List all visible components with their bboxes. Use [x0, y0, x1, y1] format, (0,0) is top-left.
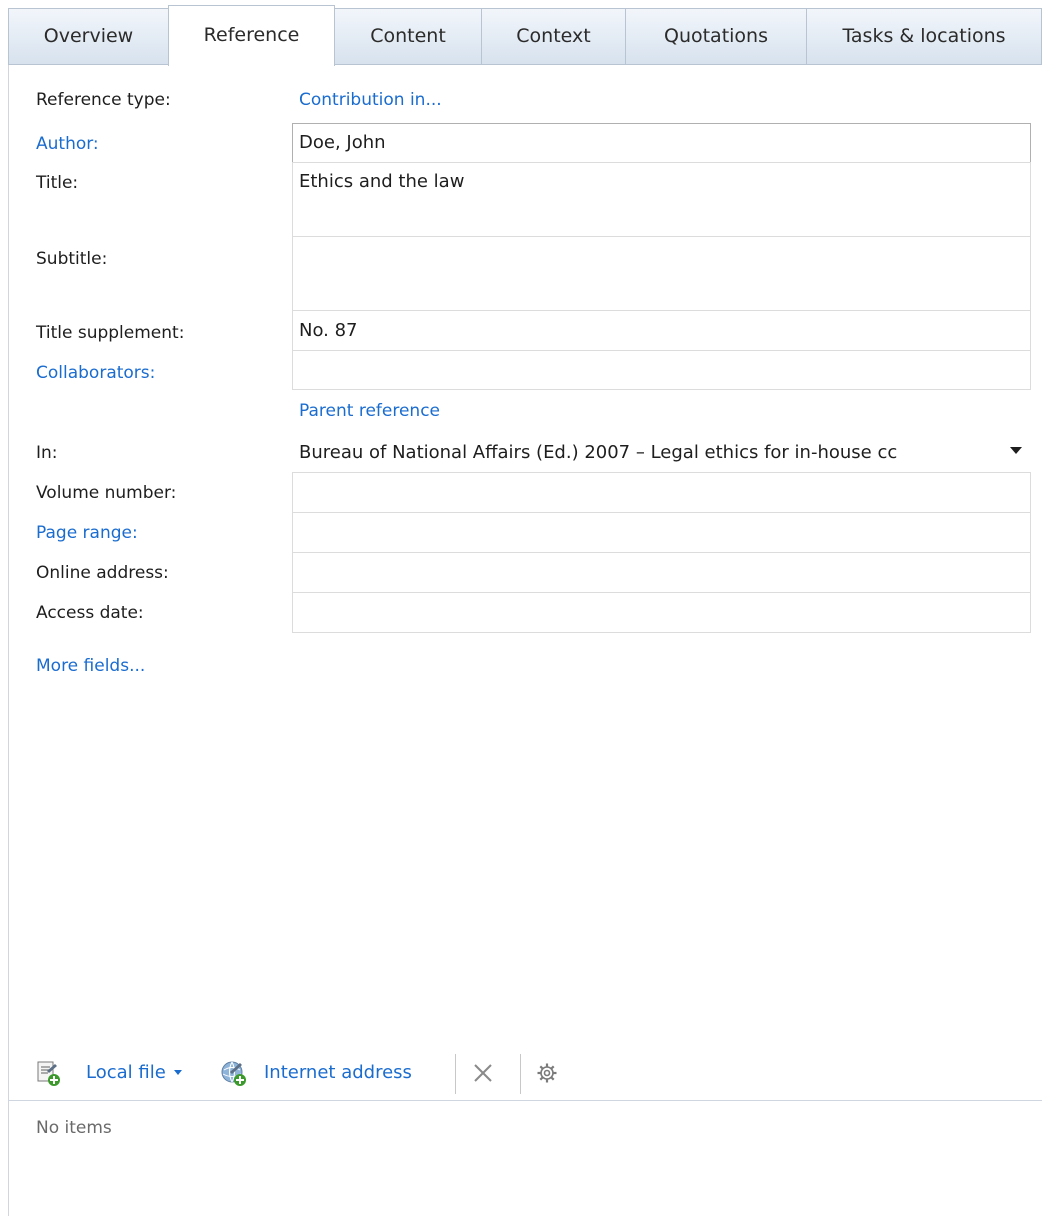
more-fields-link[interactable]: More fields... [36, 656, 145, 676]
delete-x-icon[interactable] [472, 1062, 494, 1084]
collaborators-label-link[interactable]: Collaborators: [36, 363, 155, 383]
tab-overview[interactable]: Overview [8, 8, 169, 64]
add-internet-address-icon[interactable] [220, 1061, 248, 1087]
toolbar-separator [455, 1054, 456, 1094]
toolbar-divider [8, 1100, 1042, 1101]
volume-number-label: Volume number: [36, 483, 177, 503]
online-address-field[interactable] [292, 552, 1031, 593]
title-supplement-field[interactable]: No. 87 [292, 310, 1031, 351]
title-field[interactable]: Ethics and the law [292, 162, 1031, 237]
toolbar-separator [520, 1054, 521, 1094]
add-local-file-icon[interactable] [36, 1061, 62, 1087]
subtitle-label: Subtitle: [36, 249, 108, 269]
reference-editor: Overview Reference Content Context Quota… [0, 0, 1042, 1216]
chevron-down-icon [173, 1069, 182, 1075]
tab-content[interactable]: Content [334, 8, 482, 64]
author-field[interactable]: Doe, John [292, 123, 1031, 163]
in-combobox[interactable]: Bureau of National Affairs (Ed.) 2007 – … [292, 432, 1031, 473]
reference-type-label: Reference type: [36, 90, 171, 110]
title-supplement-label: Title supplement: [36, 323, 185, 343]
page-range-field[interactable] [292, 512, 1031, 553]
subtitle-field[interactable] [292, 236, 1031, 311]
access-date-field[interactable] [292, 592, 1031, 633]
tab-reference[interactable]: Reference [168, 5, 335, 66]
attachments-empty-text: No items [36, 1118, 112, 1138]
gear-icon[interactable] [536, 1062, 558, 1084]
tab-bar-baseline [8, 64, 1042, 65]
attachments-toolbar: Local file Internet address [8, 1046, 1042, 1100]
tab-context[interactable]: Context [481, 8, 626, 64]
access-date-label: Access date: [36, 603, 144, 623]
dropdown-arrow-icon[interactable] [1010, 447, 1022, 454]
collaborators-field[interactable] [292, 350, 1031, 390]
online-address-label: Online address: [36, 563, 169, 583]
tab-bar: Overview Reference Content Context Quota… [0, 0, 1042, 66]
internet-address-button[interactable]: Internet address [264, 1046, 412, 1100]
author-label-link[interactable]: Author: [36, 134, 99, 154]
parent-reference-link[interactable]: Parent reference [299, 401, 440, 421]
local-file-button[interactable]: Local file [86, 1046, 182, 1100]
title-label: Title: [36, 173, 79, 193]
in-combobox-value: Bureau of National Affairs (Ed.) 2007 – … [299, 442, 898, 463]
tab-tasks-locations[interactable]: Tasks & locations [806, 8, 1042, 64]
tab-quotations[interactable]: Quotations [625, 8, 807, 64]
in-label: In: [36, 443, 58, 463]
local-file-label: Local file [86, 1062, 166, 1083]
reference-type-link[interactable]: Contribution in... [299, 90, 442, 110]
page-range-label-link[interactable]: Page range: [36, 523, 138, 543]
panel-left-border [8, 64, 9, 1216]
volume-number-field[interactable] [292, 472, 1031, 513]
